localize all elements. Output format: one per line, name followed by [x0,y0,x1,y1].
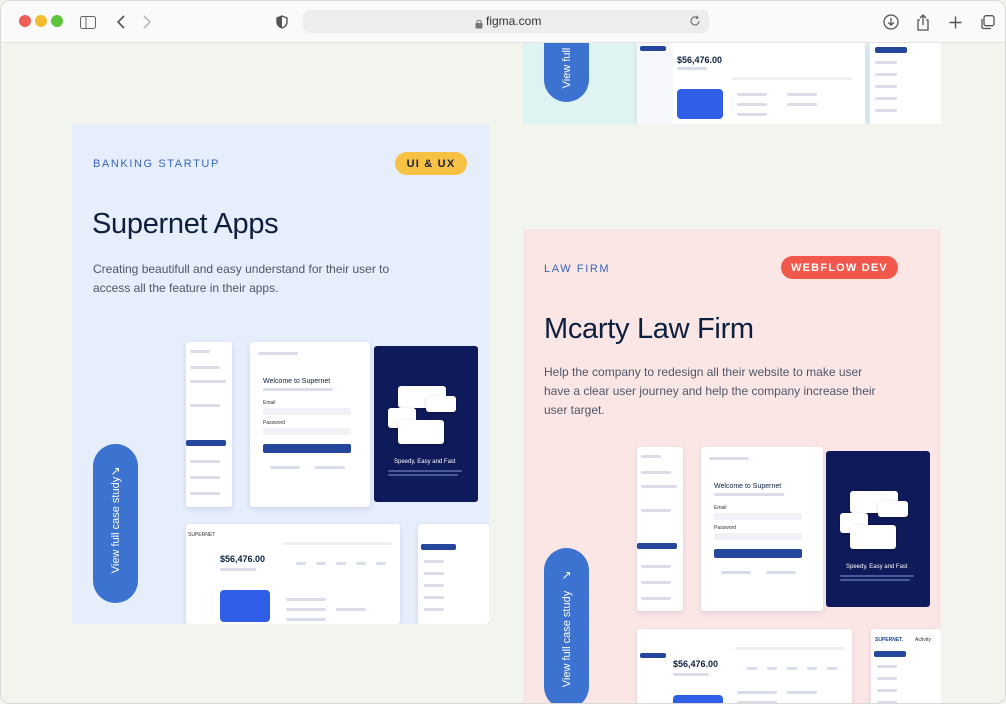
browser-toolbar: figma.com [1,1,1005,43]
card-category: LAW FIRM [544,263,611,275]
url-text: figma.com [486,14,542,28]
mock-welcome-text: Welcome to Supernet [263,378,331,385]
activity-mock [418,524,489,624]
dashboard-mock: $56,476.00 [637,629,852,703]
browser-window: figma.com View full $56,476.00 BANKING S… [0,0,1006,704]
view-case-study-button[interactable]: ↗ View full case study [544,548,589,703]
card-description: Help the company to redesign all their w… [544,365,876,417]
login-screen-mock: Welcome to Supernet Email Password [250,342,370,507]
mock-welcome-text: Welcome to Supernet [714,483,782,490]
mock-balance: $56,476.00 [220,554,266,564]
new-tab-icon[interactable] [947,12,963,32]
mock-password-label: Password [714,525,736,531]
mock-brand: SUPERNET. [875,637,904,643]
mock-email-label: Email [714,505,727,511]
app-sidebar-mock [637,447,683,611]
shield-icon[interactable] [275,12,289,32]
cta-label: View full case study [560,590,573,688]
project-card-banking[interactable]: BANKING STARTUP UI & UX Supernet Apps Cr… [72,124,489,624]
page-content: View full $56,476.00 BANKING STARTUP UI … [1,43,1005,703]
mock-hero-text: Speedy, Easy and Fast [846,564,908,570]
card-tag-chip: WEBFLOW DEV [781,256,898,279]
mock-password-label: Password [263,420,285,426]
close-window-button[interactable] [19,15,31,27]
reload-icon[interactable] [689,14,701,32]
project-card-top: View full $56,476.00 [523,43,941,124]
mock-balance: $56,476.00 [673,659,719,669]
forward-icon[interactable] [140,12,154,32]
arrow-up-right-icon: ↗ [561,568,572,582]
mock-hero-text: Speedy, Easy and Fast [394,459,456,465]
sidebar-icon[interactable] [79,12,97,32]
address-bar[interactable]: figma.com [303,10,709,33]
mock-email-label: Email [263,400,276,406]
maximize-window-button[interactable] [51,15,63,27]
dashboard-mock: SUPERNET $56,476.00 [186,524,400,624]
card-tag-chip: UI & UX [395,152,467,175]
lock-icon [475,16,483,34]
card-title: Supernet Apps [92,208,279,240]
balance-text: $56,476.00 [677,55,723,65]
cta-label: View full [560,47,573,89]
tabs-icon[interactable] [978,12,996,32]
promo-screen-mock: Speedy, Easy and Fast [826,451,930,607]
project-card-law-firm[interactable]: LAW FIRM WEBFLOW DEV Mcarty Law Firm Hel… [523,229,941,703]
promo-screen-mock: Speedy, Easy and Fast [374,346,478,502]
app-sidebar-mock [186,342,232,507]
dashboard-mock: $56,476.00 [637,43,865,124]
back-icon[interactable] [114,12,128,32]
cta-label: View full case study [109,476,122,574]
card-category: BANKING STARTUP [93,158,220,170]
share-icon[interactable] [915,12,931,32]
activity-mock [870,43,941,124]
card-description: Creating beautifull and easy understand … [93,262,390,295]
card-title: Mcarty Law Firm [544,313,754,345]
view-case-study-button[interactable]: View full [544,43,589,102]
view-case-study-button[interactable]: ↗ View full case study [93,444,138,603]
login-screen-mock: Welcome to Supernet Email Password [701,447,823,611]
minimize-window-button[interactable] [35,15,47,27]
mock-brand: SUPERNET [188,532,216,538]
activity-mock: SUPERNET. Activity [871,629,941,703]
mock-activity-label: Activity [915,637,931,643]
download-icon[interactable] [882,12,900,32]
